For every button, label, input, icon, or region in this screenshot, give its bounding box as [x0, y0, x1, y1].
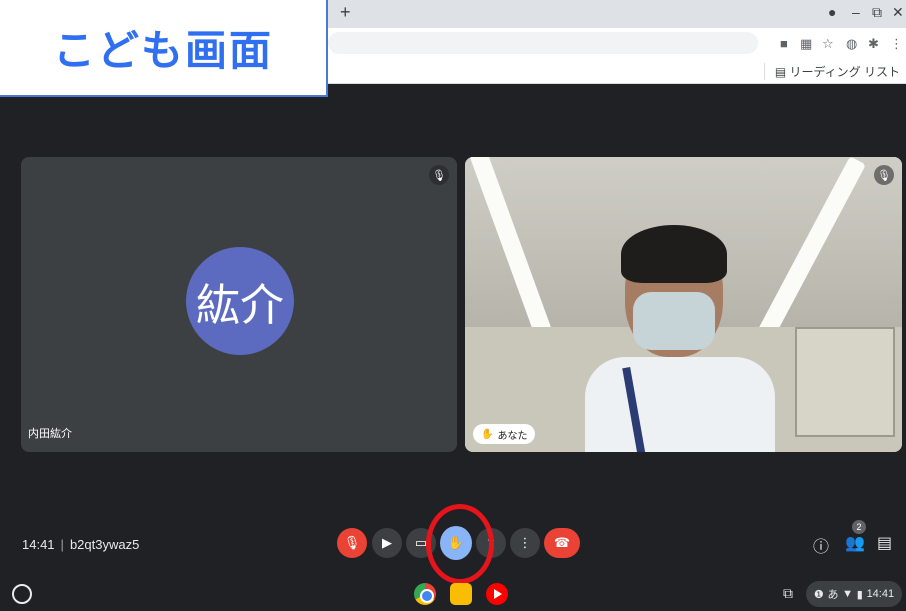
highlight-circle	[426, 504, 494, 584]
end-call-button[interactable]: ☎	[544, 528, 580, 558]
close-icon[interactable]: ✕	[892, 4, 904, 21]
participant-tile-self[interactable]: 🎙 ✋ あなた	[465, 157, 902, 452]
video-camera-icon: ▶	[382, 535, 392, 550]
meeting-info-divider: |	[60, 537, 64, 552]
mic-toggle-button[interactable]: 🎙	[337, 528, 367, 558]
avatar-text: 紘介	[196, 280, 284, 331]
video-person-mask	[633, 292, 715, 350]
restore-icon[interactable]: ⧉	[872, 4, 882, 21]
video-person-shirt	[585, 357, 775, 452]
mic-off-icon: 🎙	[343, 535, 361, 550]
ime-indicator: あ	[827, 589, 839, 601]
bookmark-star-icon[interactable]: ☆	[822, 36, 834, 52]
classroom-app-icon[interactable]	[450, 583, 472, 605]
translate-icon[interactable]: ▦	[800, 36, 812, 52]
more-options-button[interactable]: ⋮	[510, 528, 540, 558]
participant-count-badge: 2	[852, 520, 866, 534]
address-bar[interactable]	[328, 32, 758, 54]
people-icon: 👥	[845, 535, 865, 552]
camera-toggle-button[interactable]: ▶	[372, 528, 402, 558]
extension-icon[interactable]: ◍	[846, 36, 857, 52]
child-screen-label: こども画面	[0, 0, 328, 97]
status-tray[interactable]: ❶ あ ▼ ▮ 14:41	[806, 581, 902, 607]
youtube-app-icon[interactable]	[486, 583, 508, 605]
self-label-text: あなた	[497, 430, 528, 442]
minimize-icon[interactable]: –	[852, 4, 860, 20]
puzzle-icon[interactable]: ✱	[868, 36, 879, 52]
battery-icon: ▮	[856, 588, 863, 601]
video-board	[795, 327, 895, 437]
self-label: ✋ あなた	[473, 424, 536, 444]
meeting-code: b2qt3ywaz5	[69, 537, 140, 552]
hand-icon: ✋	[481, 428, 494, 440]
launcher-button[interactable]	[12, 584, 32, 604]
reading-list-label: リーディング リスト	[789, 65, 901, 79]
chat-button[interactable]: ▤	[877, 533, 892, 553]
meeting-details-button[interactable]: ⓘ	[813, 533, 829, 557]
reading-list-button[interactable]: ▤ リーディング リスト	[763, 63, 901, 80]
mic-off-icon: 🎙	[429, 165, 449, 185]
info-icon: ⓘ	[813, 539, 830, 556]
participant-name: 内田紘介	[28, 428, 72, 440]
child-screen-label-text: こども画面	[52, 26, 273, 75]
wifi-icon: ▼	[842, 588, 854, 600]
account-icon[interactable]: ●	[828, 4, 836, 20]
chat-icon: ▤	[877, 535, 893, 552]
camera-icon[interactable]: ■	[780, 36, 788, 51]
clock: 14:41	[866, 588, 895, 600]
notification-icon: ❶	[813, 588, 824, 601]
more-vert-icon: ⋮	[518, 535, 532, 550]
participant-tile-left[interactable]: 紘介 🎙 内田紘介	[21, 157, 457, 452]
mic-off-icon: 🎙	[874, 165, 894, 185]
avatar: 紘介	[186, 247, 294, 355]
people-button[interactable]: 👥	[845, 533, 865, 553]
meeting-info: 14:41 | b2qt3ywaz5	[22, 537, 139, 552]
reading-list-icon: ▤	[774, 65, 790, 79]
meeting-time: 14:41	[22, 537, 55, 552]
clipboard-icon[interactable]: ⧉	[783, 585, 793, 602]
menu-dots-icon[interactable]: ⋮	[890, 36, 903, 52]
new-tab-button[interactable]: +	[340, 2, 351, 23]
phone-hangup-icon: ☎	[553, 535, 571, 550]
video-person-hair	[621, 225, 727, 283]
chrome-app-icon[interactable]	[414, 583, 436, 605]
